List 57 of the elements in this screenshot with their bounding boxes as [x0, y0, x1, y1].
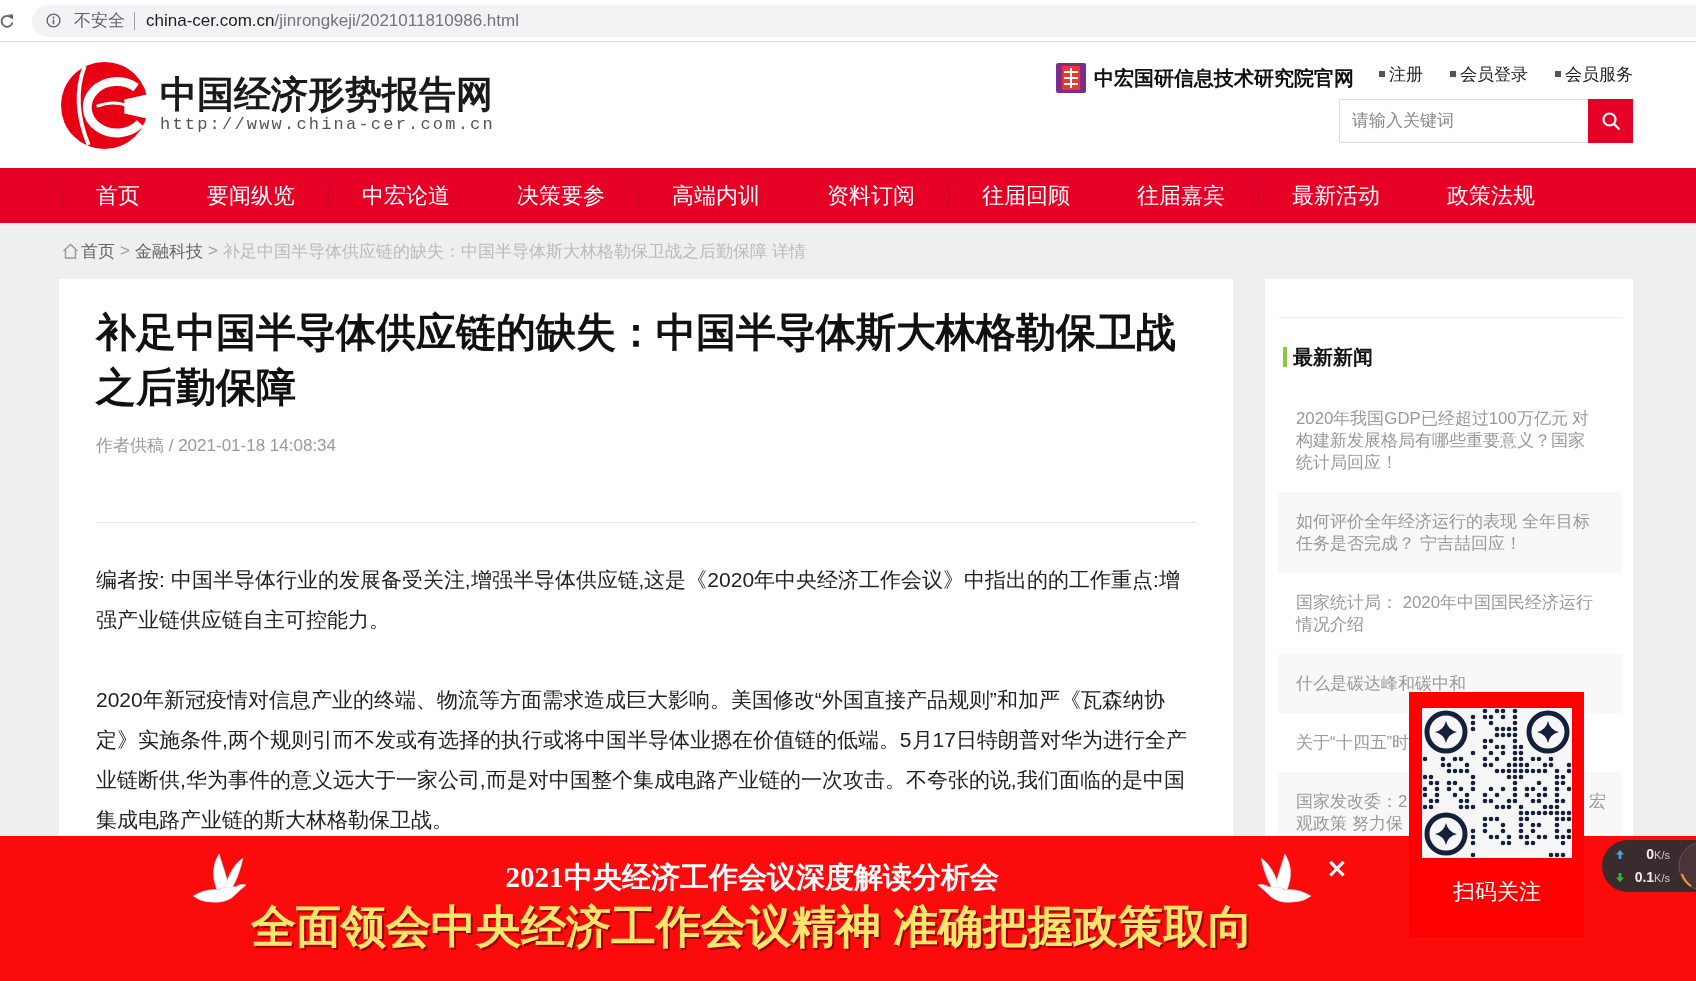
- news-item[interactable]: 国家统计局： 2020年中国国民经济运行情况介绍: [1296, 592, 1596, 636]
- breadcrumb-separator: >: [120, 241, 130, 261]
- news-title-fragment[interactable]: 国家发改委：2: [1296, 791, 1408, 813]
- institute-link[interactable]: 中宏国研信息技术研究院官网: [1094, 64, 1354, 92]
- breadcrumb-link[interactable]: 金融科技: [134, 239, 203, 263]
- news-title-fragment[interactable]: 宏: [1589, 791, 1606, 813]
- upload-arrow-icon: [1616, 850, 1624, 859]
- url-text[interactable]: china-cer.com.cn/jinrongkeji/2021011810986.html: [146, 10, 519, 31]
- article-paragraph: 2020年新冠疫情对信息产业的终端、物流等方面需求造成巨大影响。美国修改“外国直接产品规则”和加严《瓦森纳协定》实施条件,两个规则引而不发或有选择的执行或将中国半导体业摁在价值链的低端。5月17日特朗普对华为进行全产业链断供,华为事件的意义远大于一家公司,而是对中国整个集成电路产业链的一次攻击。不夸张的说,我们面临的是中国集成电路产业链的斯大林格勒保卫战。: [96, 687, 1188, 833]
- bullet-icon: [1555, 71, 1561, 77]
- news-item[interactable]: 2020年我国GDP已经超过100万亿元 对构建新发展格局有哪些重要意义？国家统计局回应！: [1296, 408, 1596, 474]
- sidebar-heading: 最新新闻: [1293, 345, 1373, 369]
- news-item[interactable]: 如何评价全年经济运行的表现 全年目标任务是否完成？ 宁吉喆回应！: [1278, 492, 1622, 573]
- nav-item[interactable]: 资料订阅: [793, 168, 948, 223]
- speed-reading: 0K/s: [1646, 846, 1670, 863]
- news-title-fragment[interactable]: 观政策 努力保: [1296, 813, 1403, 835]
- reload-icon[interactable]: [0, 12, 14, 29]
- nav-item[interactable]: 政策法规: [1413, 168, 1568, 223]
- section-marker-icon: [1283, 347, 1287, 367]
- user-link[interactable]: 会员服务: [1555, 62, 1633, 86]
- user-link[interactable]: 注册: [1379, 62, 1423, 86]
- news-title-fragment[interactable]: 关于“十四五”时: [1296, 732, 1410, 754]
- banner-title: 2021中央经济工作会议深度解读分析会: [505, 860, 999, 894]
- nav-item[interactable]: 最新活动: [1258, 168, 1413, 223]
- search-button[interactable]: [1588, 99, 1633, 143]
- nav-item[interactable]: 往届回顾: [948, 168, 1103, 223]
- user-link[interactable]: 会员登录: [1450, 62, 1528, 86]
- search-field[interactable]: 请输入关键词: [1339, 99, 1588, 143]
- site-title: 中国经济形势报告网: [160, 75, 494, 115]
- nav-item[interactable]: 中宏论道: [328, 168, 483, 223]
- article-paragraph: 编者按: 中国半导体行业的发展备受关注,增强半导体供应链,这是《2020年中央经济工作会议》中指出的的工作重点:增强产业链供应链自主可控能力。: [96, 567, 1181, 633]
- nav-item[interactable]: 往届嘉宾: [1103, 168, 1258, 223]
- speed-reading: 0.1K/s: [1634, 869, 1670, 886]
- breadcrumb-separator: >: [207, 241, 218, 261]
- address-bar[interactable]: 不安全 china-cer.com.cn/jinrongkeji/2021011810986.html: [32, 4, 1696, 37]
- bullet-icon: [1450, 71, 1456, 77]
- logo-icon[interactable]: [59, 59, 150, 151]
- nav-item[interactable]: 决策要参: [483, 168, 638, 223]
- close-button[interactable]: ×: [1326, 856, 1346, 880]
- nav-item[interactable]: 首页: [62, 168, 173, 223]
- nav-item[interactable]: 高端内训: [638, 168, 793, 223]
- search-icon: [1600, 111, 1621, 131]
- gauge-icon: [1677, 840, 1696, 892]
- speed-widget[interactable]: 0K/s 0.1K/s: [1602, 840, 1696, 892]
- download-arrow-icon: [1616, 873, 1624, 882]
- article-title: 补足中国半导体供应链的缺失：中国半导体斯大林格勒保卫战之后勤保障: [96, 309, 1177, 411]
- article-meta: 作者供稿 / 2021-01-18 14:08:34: [96, 435, 338, 457]
- bullet-icon: [1379, 71, 1385, 77]
- breadcrumb-link[interactable]: 首页: [81, 239, 115, 263]
- site-url: http://www.china-cer.com.cn: [160, 115, 495, 135]
- nav-item[interactable]: 要闻纵览: [173, 168, 328, 223]
- info-icon[interactable]: [46, 13, 61, 28]
- institute-logo-icon[interactable]: [1055, 62, 1087, 94]
- banner-slogan: 全面领会中央经济工作会议精神 准确把握政策取向: [251, 902, 1253, 952]
- qr-caption: 扫码关注: [1452, 878, 1541, 906]
- qr-code-icon: [1421, 708, 1572, 858]
- security-label: 不安全: [74, 10, 125, 32]
